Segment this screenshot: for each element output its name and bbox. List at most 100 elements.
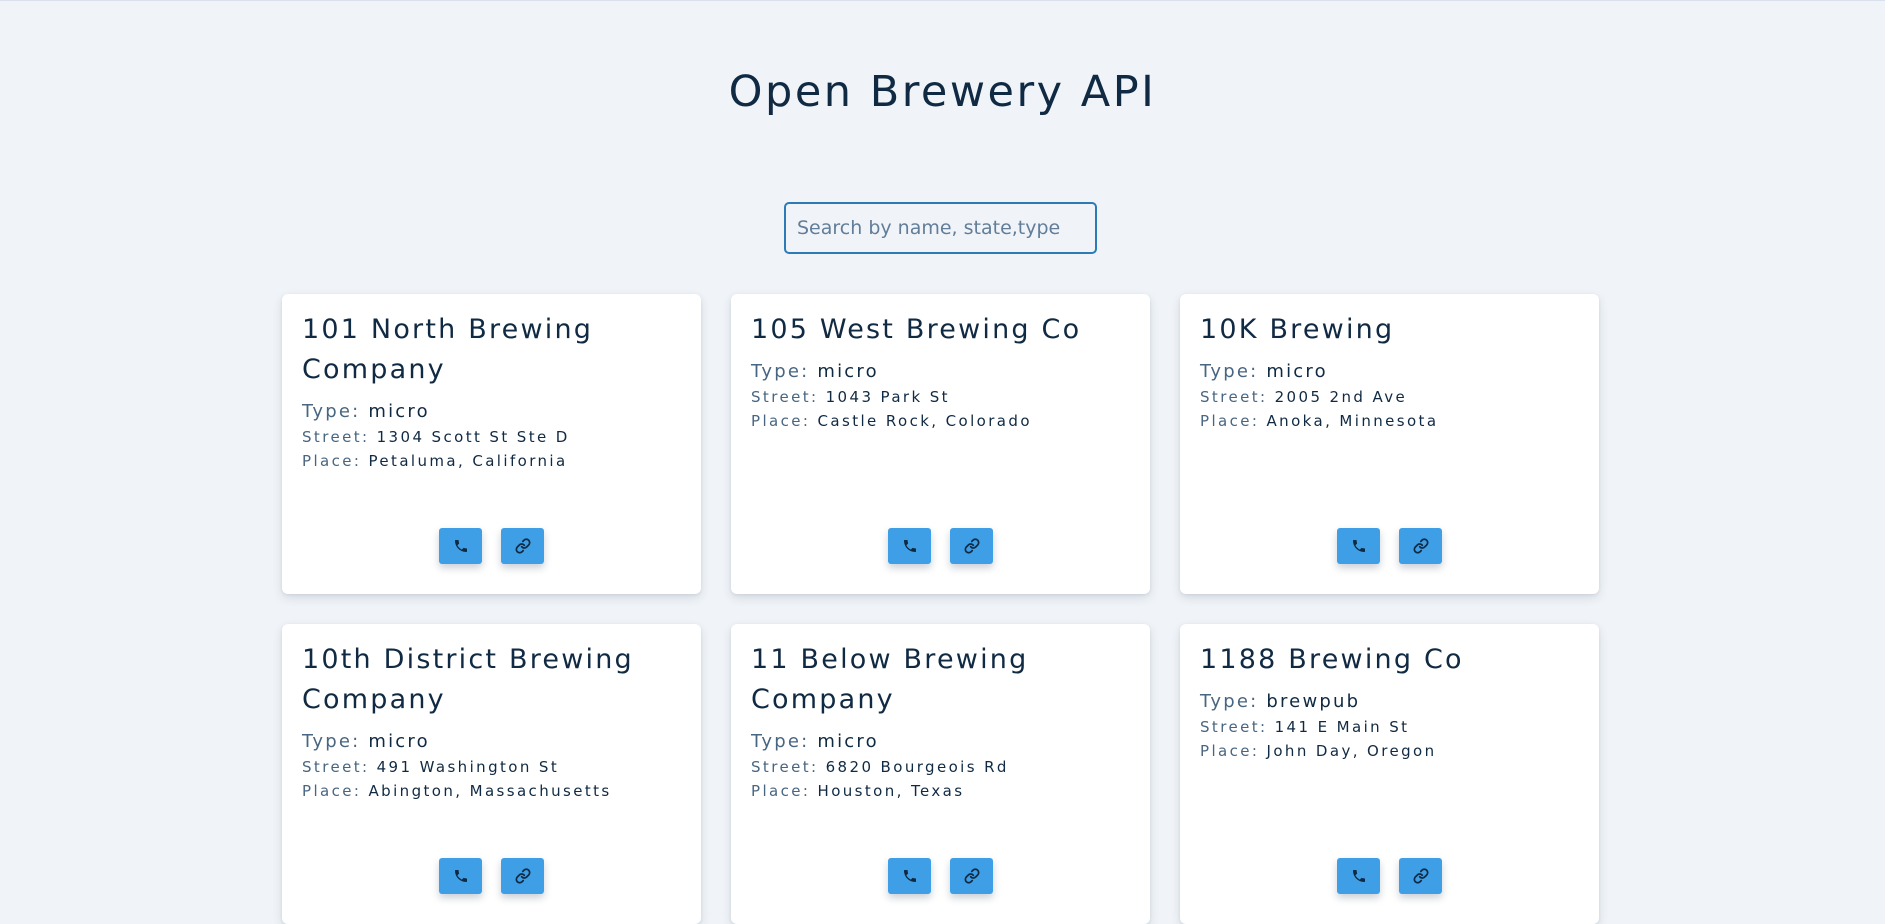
brewery-name: 10th District Brewing Company: [302, 644, 634, 715]
brewery-place: Petaluma, California: [368, 452, 568, 470]
brewery-grid: 101 North Brewing Company Type: micro St…: [282, 294, 1599, 924]
brewery-place: Castle Rock, Colorado: [817, 412, 1032, 430]
website-link-button[interactable]: [1399, 858, 1442, 894]
brewery-card: 1188 Brewing Co Type: brewpub Street: 14…: [1180, 624, 1599, 924]
brewery-type: micro: [817, 731, 879, 752]
place-label: Place:: [1200, 742, 1260, 760]
website-link-button[interactable]: [950, 528, 993, 564]
street-label: Street:: [302, 428, 370, 446]
link-icon: [1413, 538, 1428, 554]
brewery-type-line: Type: micro: [302, 398, 681, 425]
brewery-type: micro: [368, 401, 430, 422]
place-label: Place:: [302, 452, 362, 470]
card-actions: [282, 528, 701, 564]
website-link-button[interactable]: [501, 858, 544, 894]
brewery-street: 141 E Main St: [1274, 718, 1410, 736]
phone-icon: [1352, 870, 1365, 882]
link-icon: [515, 538, 530, 554]
street-label: Street:: [302, 758, 370, 776]
brewery-card: 10th District Brewing Company Type: micr…: [282, 624, 701, 924]
brewery-type-line: Type: micro: [302, 728, 681, 755]
brewery-card: 11 Below Brewing Company Type: micro Str…: [731, 624, 1150, 924]
brewery-type: micro: [368, 731, 430, 752]
brewery-street-line: Street: 1304 Scott St Ste D: [302, 425, 681, 449]
phone-button[interactable]: [888, 858, 931, 894]
brewery-street: 1304 Scott St Ste D: [376, 428, 570, 446]
card-actions: [731, 858, 1150, 894]
search-container: [784, 202, 1097, 254]
phone-button[interactable]: [439, 528, 482, 564]
street-label: Street:: [1200, 718, 1268, 736]
link-icon: [964, 538, 979, 554]
brewery-info: Type: micro Street: 6820 Bourgeois Rd Pl…: [751, 728, 1130, 803]
brewery-street: 2005 2nd Ave: [1274, 388, 1408, 406]
link-icon: [1413, 868, 1428, 884]
street-label: Street:: [751, 758, 819, 776]
website-link-button[interactable]: [501, 528, 544, 564]
brewery-card: 10K Brewing Type: micro Street: 2005 2nd…: [1180, 294, 1599, 594]
top-divider: [0, 0, 1885, 1]
phone-icon: [454, 870, 467, 882]
place-label: Place:: [302, 782, 362, 800]
brewery-place-line: Place: Petaluma, California: [302, 449, 681, 473]
brewery-name: 101 North Brewing Company: [302, 314, 594, 385]
brewery-place-line: Place: Anoka, Minnesota: [1200, 409, 1579, 433]
brewery-name: 10K Brewing: [1200, 314, 1395, 345]
brewery-type: micro: [817, 361, 879, 382]
phone-icon: [454, 540, 467, 552]
brewery-street-line: Street: 2005 2nd Ave: [1200, 385, 1579, 409]
brewery-place-line: Place: Abington, Massachusetts: [302, 779, 681, 803]
card-actions: [731, 528, 1150, 564]
brewery-type-line: Type: micro: [751, 358, 1130, 385]
brewery-name: 11 Below Brewing Company: [751, 644, 1029, 715]
brewery-street-line: Street: 491 Washington St: [302, 755, 681, 779]
phone-button[interactable]: [1337, 858, 1380, 894]
card-actions: [1180, 528, 1599, 564]
brewery-type: micro: [1266, 361, 1328, 382]
card-actions: [1180, 858, 1599, 894]
link-icon: [515, 868, 530, 884]
brewery-card: 101 North Brewing Company Type: micro St…: [282, 294, 701, 594]
website-link-button[interactable]: [950, 858, 993, 894]
place-label: Place:: [1200, 412, 1260, 430]
brewery-place-line: Place: Houston, Texas: [751, 779, 1130, 803]
brewery-place-line: Place: John Day, Oregon: [1200, 739, 1579, 763]
type-label: Type:: [1200, 361, 1259, 382]
brewery-street: 491 Washington St: [376, 758, 560, 776]
brewery-street-line: Street: 6820 Bourgeois Rd: [751, 755, 1130, 779]
brewery-place: Abington, Massachusetts: [368, 782, 612, 800]
brewery-place: Anoka, Minnesota: [1266, 412, 1439, 430]
link-icon: [964, 868, 979, 884]
brewery-type-line: Type: brewpub: [1200, 688, 1579, 715]
type-label: Type:: [302, 731, 361, 752]
phone-icon: [1352, 540, 1365, 552]
type-label: Type:: [302, 401, 361, 422]
brewery-card: 105 West Brewing Co Type: micro Street: …: [731, 294, 1150, 594]
search-input[interactable]: [784, 202, 1097, 254]
street-label: Street:: [751, 388, 819, 406]
place-label: Place:: [751, 782, 811, 800]
brewery-info: Type: micro Street: 1043 Park St Place: …: [751, 358, 1130, 433]
brewery-street-line: Street: 1043 Park St: [751, 385, 1130, 409]
type-label: Type:: [751, 731, 810, 752]
page-title: Open Brewery API: [728, 67, 1157, 117]
brewery-street-line: Street: 141 E Main St: [1200, 715, 1579, 739]
brewery-place: John Day, Oregon: [1266, 742, 1437, 760]
brewery-street: 1043 Park St: [825, 388, 950, 406]
phone-icon: [903, 870, 916, 882]
phone-button[interactable]: [439, 858, 482, 894]
brewery-info: Type: micro Street: 1304 Scott St Ste D …: [302, 398, 681, 473]
brewery-info: Type: micro Street: 2005 2nd Ave Place: …: [1200, 358, 1579, 433]
brewery-info: Type: micro Street: 491 Washington St Pl…: [302, 728, 681, 803]
street-label: Street:: [1200, 388, 1268, 406]
place-label: Place:: [751, 412, 811, 430]
brewery-info: Type: brewpub Street: 141 E Main St Plac…: [1200, 688, 1579, 763]
brewery-type-line: Type: micro: [1200, 358, 1579, 385]
type-label: Type:: [751, 361, 810, 382]
phone-button[interactable]: [1337, 528, 1380, 564]
brewery-place: Houston, Texas: [817, 782, 965, 800]
website-link-button[interactable]: [1399, 528, 1442, 564]
phone-button[interactable]: [888, 528, 931, 564]
brewery-type: brewpub: [1266, 691, 1361, 712]
card-actions: [282, 858, 701, 894]
